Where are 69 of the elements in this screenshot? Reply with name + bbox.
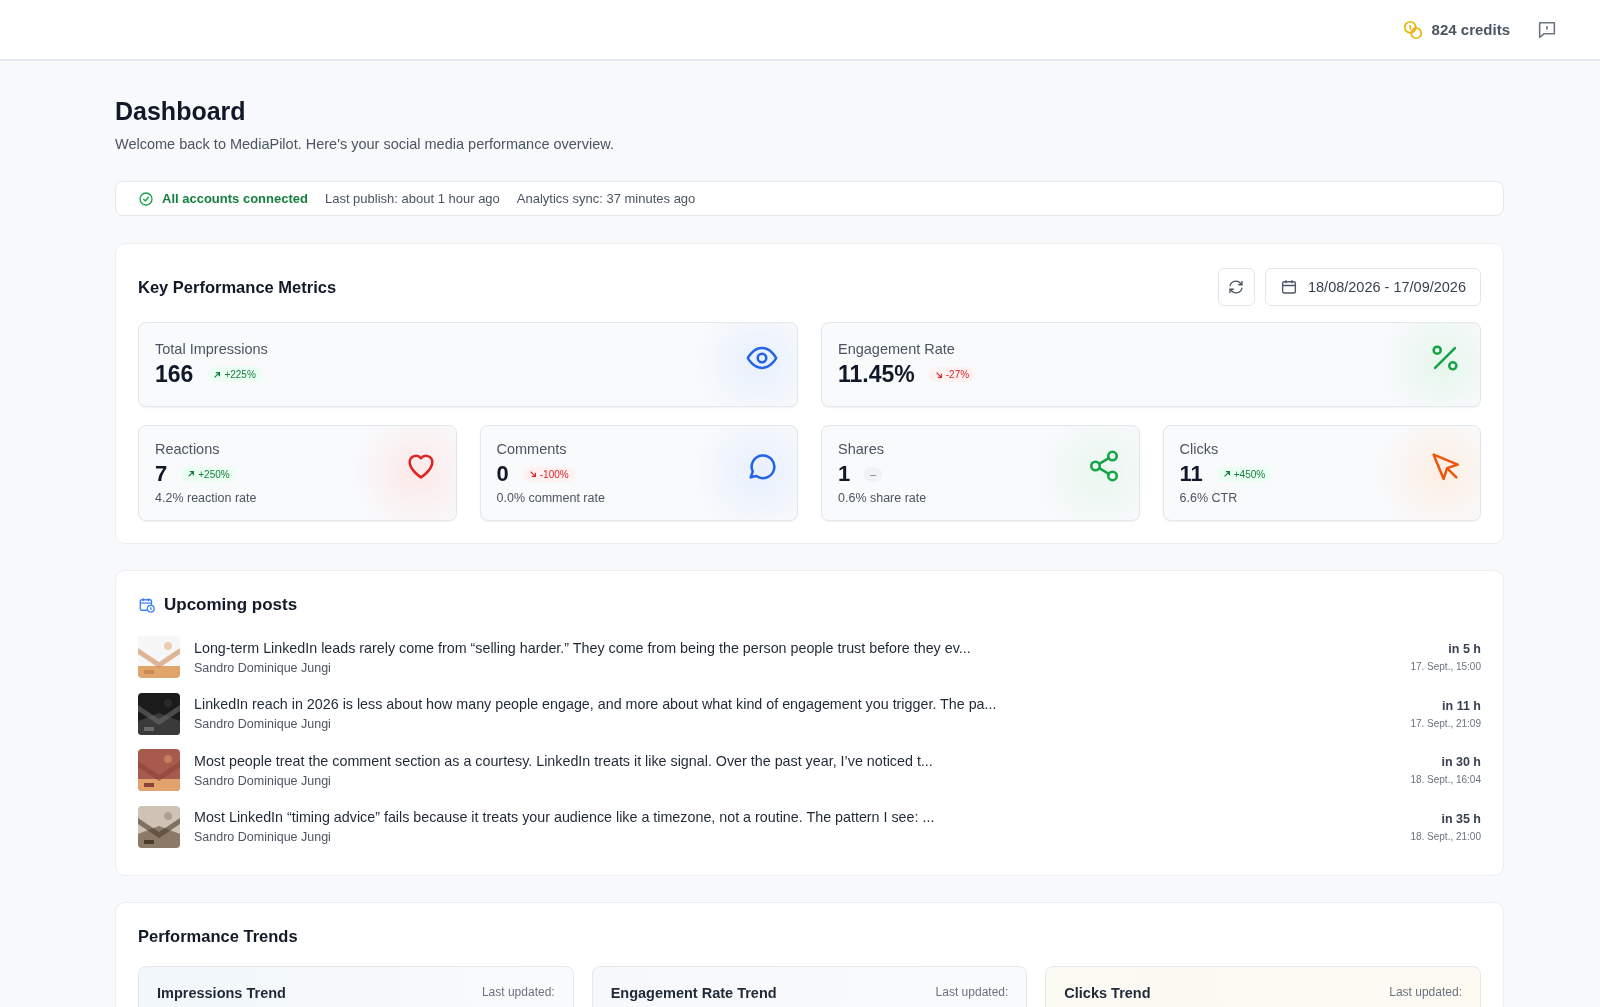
refresh-icon — [1227, 278, 1246, 296]
calendar-clock-icon — [138, 596, 156, 614]
arrow-up-right-icon — [1222, 470, 1231, 478]
change-badge: -27% — [928, 367, 976, 382]
section-title: Key Performance Metrics — [138, 277, 337, 297]
metric-note: 0.0% comment rate — [496, 491, 605, 505]
metric-value: 11.45% — [838, 361, 915, 388]
arrow-up-right-icon — [187, 470, 196, 478]
arrow-up-right-icon — [213, 370, 222, 379]
calendar-icon — [1279, 278, 1298, 296]
page-subtitle: Welcome back to MediaPilot. Here's your social media performance overview. — [115, 136, 615, 152]
post-text: LinkedIn reach in 2026 is less about how many people engage, and more about what kind of engagement you trigger. The pa... — [194, 696, 998, 713]
metric-label: Engagement Rate — [838, 341, 956, 357]
coins-icon — [1401, 18, 1424, 41]
last-updated: Last updated: — [481, 985, 555, 999]
metric-note: 0.6% share rate — [838, 491, 927, 505]
post-author: Sandro Dominique Jungi — [194, 773, 332, 788]
date-range-button[interactable]: 18/08/2026 - 17/09/2026 — [1264, 268, 1481, 306]
post-text: Most people treat the comment section as a courtesy. LinkedIn treats it like signal. Over the past year, I’ve noticed t... — [194, 752, 934, 769]
last-publish: Last publish: about 1 hour ago — [324, 191, 500, 206]
credits-count: 824 credits — [1431, 21, 1510, 38]
scheduled-date: 18. Sept., 21:00 — [1410, 830, 1481, 842]
change-badge: +250% — [181, 466, 236, 482]
check-circle-icon — [138, 190, 154, 207]
metric-note: 6.6% CTR — [1179, 491, 1239, 505]
metric-label: Reactions — [155, 441, 221, 457]
metric-value: 11 — [1179, 461, 1203, 487]
change-badge: -100% — [522, 466, 575, 482]
section-title: Upcoming posts — [164, 595, 298, 615]
metric-note: 4.2% reaction rate — [155, 491, 257, 505]
relative-time: in 5 h — [1448, 642, 1481, 657]
connection-status: All accounts connected — [162, 191, 308, 206]
metric-label: Total Impressions — [155, 341, 268, 357]
metric-value: 0 — [496, 461, 509, 487]
page-title: Dashboard — [115, 97, 247, 126]
trend-title: Impressions Trend — [157, 985, 286, 1001]
analytics-sync: Analytics sync: 37 minutes ago — [516, 191, 696, 206]
post-row[interactable]: Most people treat the comment section as a courtesy. LinkedIn treats it like signal. Over the past year, I’ve noticed t... Sandro Dominique Jungi in 30 h 18. Sept., 16:04 — [138, 742, 1481, 799]
refresh-button[interactable] — [1217, 268, 1255, 306]
change-badge: +225% — [207, 367, 262, 382]
post-row[interactable]: LinkedIn reach in 2026 is less about how many people engage, and more about what kind of engagement you trigger. The pa... Sandro Dominique Jungi in 11 h 17. Sept., 21:09 — [138, 685, 1481, 742]
last-updated: Last updated: — [1389, 985, 1462, 999]
last-updated: Last updated: — [935, 985, 1009, 999]
metric-label: Comments — [496, 441, 568, 457]
change-badge: +450% — [1216, 466, 1272, 482]
arrow-down-right-icon — [934, 370, 943, 379]
post-row[interactable]: Long-term LinkedIn leads rarely come from “selling harder.” They come from being the person people trust before they ev... Sandro Dominique Jungi in 5 h 17. Sept., 15:00 — [138, 629, 1481, 686]
trend-title: Clicks Trend — [1064, 985, 1151, 1001]
scheduled-date: 18. Sept., 16:04 — [1410, 774, 1481, 786]
relative-time: in 35 h — [1441, 811, 1481, 826]
post-row[interactable]: Most LinkedIn “timing advice” fails because it treats your audience like a timezone, not a routine. The pattern I see: ... Sandro Dominique Jungi in 35 h 18. Sept., 21:00 — [138, 798, 1481, 855]
trend-title: Engagement Rate Trend — [610, 985, 777, 1001]
relative-time: in 30 h — [1441, 755, 1481, 770]
metric-value: 7 — [155, 461, 168, 487]
metric-label: Shares — [838, 441, 885, 457]
scheduled-date: 17. Sept., 15:00 — [1410, 661, 1481, 673]
post-author: Sandro Dominique Jungi — [194, 717, 332, 732]
post-text: Long-term LinkedIn leads rarely come from “selling harder.” They come from being the person people trust before they ev... — [194, 639, 972, 656]
relative-time: in 11 h — [1442, 698, 1481, 713]
metric-value: 1 — [838, 461, 851, 487]
post-author: Sandro Dominique Jungi — [194, 830, 332, 845]
change-badge: – — [864, 466, 882, 482]
metric-label: Clicks — [1179, 441, 1220, 457]
arrow-down-right-icon — [528, 470, 537, 478]
metric-value: 166 — [155, 361, 194, 388]
section-title: Performance Trends — [138, 927, 299, 946]
scheduled-date: 17. Sept., 21:09 — [1410, 717, 1481, 729]
post-text: Most LinkedIn “timing advice” fails because it treats your audience like a timezone, not a routine. The pattern I see: ... — [194, 809, 936, 826]
post-author: Sandro Dominique Jungi — [194, 660, 332, 675]
